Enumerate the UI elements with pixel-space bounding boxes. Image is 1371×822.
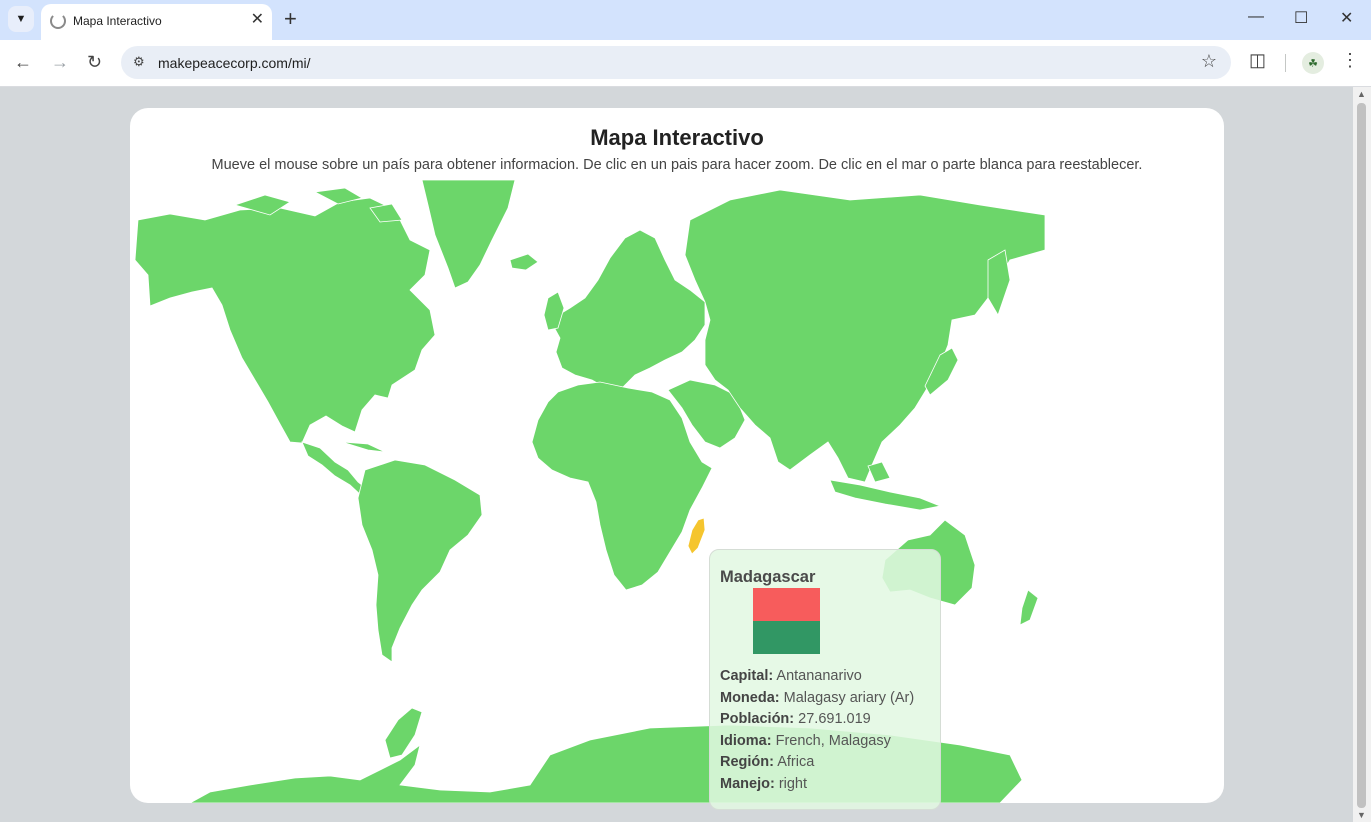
country-europe[interactable] <box>549 229 706 389</box>
country-flag <box>753 588 820 654</box>
loading-favicon-icon <box>50 13 66 29</box>
flag-red-band <box>753 588 820 621</box>
close-window-icon[interactable]: ✕ <box>1340 8 1353 28</box>
tab-search-button[interactable]: ▼ <box>8 6 34 32</box>
forward-icon[interactable]: → <box>51 51 69 73</box>
country-new-zealand[interactable] <box>1019 589 1039 626</box>
active-tab[interactable]: Mapa Interactivo ✕ <box>41 4 272 40</box>
tab-title: Mapa Interactivo <box>73 14 162 28</box>
tooltip-row-capital: Capital: Antananarivo <box>720 668 862 684</box>
country-greenland[interactable] <box>421 180 516 289</box>
page-title: Mapa Interactivo <box>590 125 764 150</box>
country-tooltip: Madagascar Capital: Antananarivo Moneda:… <box>709 549 941 810</box>
world-map[interactable] <box>130 180 1224 803</box>
tooltip-country-name: Madagascar <box>720 568 816 586</box>
url-text[interactable]: makepeacecorp.com/mi/ <box>158 55 311 71</box>
country-south-america[interactable] <box>357 459 483 663</box>
scroll-down-icon[interactable]: ▼ <box>1357 810 1366 820</box>
tooltip-details: Capital: Antananarivo Moneda: Malagasy a… <box>720 666 914 795</box>
extensions-icon[interactable]: ◫ <box>1249 50 1266 71</box>
bookmark-star-icon[interactable]: ☆ <box>1201 51 1217 72</box>
country-central-america[interactable] <box>301 441 369 497</box>
flag-green-band <box>753 621 820 654</box>
country-madagascar[interactable] <box>687 517 706 555</box>
more-menu-icon[interactable]: ⋮ <box>1341 50 1359 71</box>
minimize-icon[interactable]: — <box>1248 8 1264 26</box>
tooltip-row-population: Población: 27.691.019 <box>720 711 871 727</box>
new-tab-icon[interactable]: + <box>284 8 297 30</box>
tooltip-row-language: Idioma: French, Malagasy <box>720 732 891 749</box>
country-kamchatka[interactable] <box>987 249 1011 316</box>
reload-icon[interactable]: ↻ <box>87 51 102 73</box>
toolbar-divider <box>1285 54 1286 72</box>
tooltip-row-region: Región: Africa <box>720 754 815 770</box>
country-cuba[interactable] <box>341 441 386 453</box>
page-subtitle: Mueve el mouse sobre un país para obtene… <box>211 157 1143 173</box>
profile-avatar[interactable]: ☘ <box>1302 52 1324 74</box>
tooltip-row-driving: Manejo: right <box>720 775 808 792</box>
scroll-thumb[interactable] <box>1357 103 1366 808</box>
site-info-icon[interactable]: ⚙ <box>133 54 145 70</box>
address-bar[interactable]: ⚙ makepeacecorp.com/mi/ ☆ <box>121 46 1231 79</box>
country-north-america[interactable] <box>134 197 436 444</box>
back-icon[interactable]: ← <box>14 51 32 73</box>
chevron-down-icon: ▼ <box>15 13 27 25</box>
map-card: Mapa Interactivo Mueve el mouse sobre un… <box>130 108 1224 803</box>
browser-toolbar: ← → ↻ ⚙ makepeacecorp.com/mi/ ☆ ◫ ☘ ⋮ <box>0 40 1371 87</box>
maximize-icon[interactable]: ☐ <box>1294 8 1308 28</box>
tooltip-row-currency: Moneda: Malagasy ariary (Ar) <box>720 689 915 706</box>
page-scrollbar[interactable]: ▲ ▼ <box>1353 87 1371 822</box>
country-iceland[interactable] <box>509 253 539 271</box>
country-asia[interactable] <box>684 189 1046 483</box>
tab-strip: ▼ Mapa Interactivo ✕ + — ☐ ✕ <box>0 0 1371 40</box>
close-tab-icon[interactable]: ✕ <box>251 10 264 30</box>
scroll-up-icon[interactable]: ▲ <box>1357 89 1366 99</box>
